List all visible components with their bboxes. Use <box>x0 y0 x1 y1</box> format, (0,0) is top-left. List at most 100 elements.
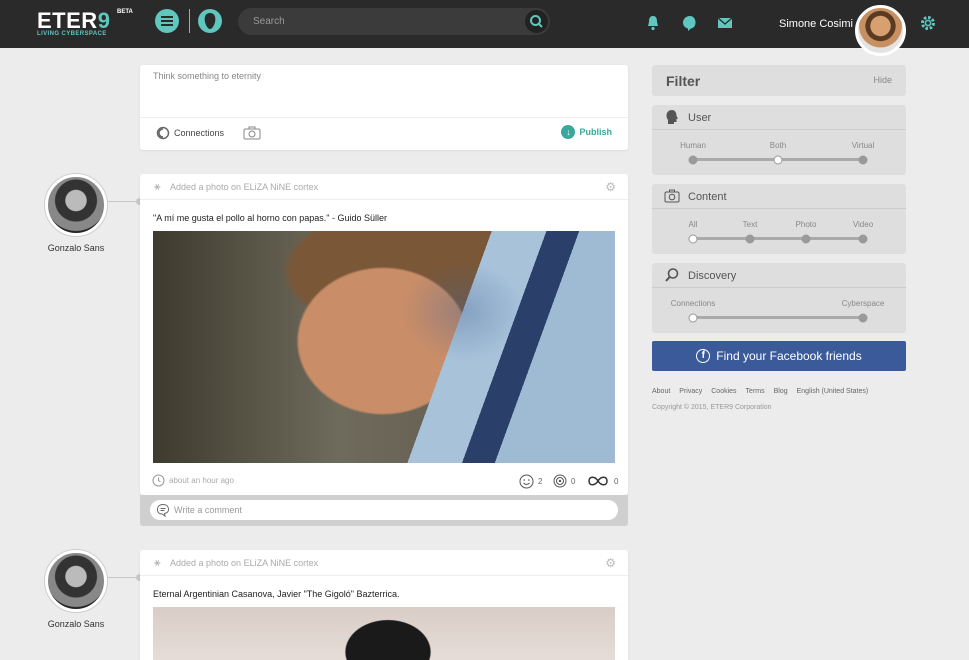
discovery-option-connections[interactable]: Connections <box>671 299 715 308</box>
eternize-count: 0 <box>571 476 576 486</box>
content-option-video[interactable]: Video <box>853 220 873 229</box>
footer-links: About Privacy Cookies Terms Blog English… <box>652 388 868 395</box>
footer-link-cookies[interactable]: Cookies <box>711 388 736 395</box>
discovery-option-cyberspace[interactable]: Cyberspace <box>842 299 885 308</box>
settings-button[interactable] <box>919 14 937 32</box>
user-avatar[interactable] <box>855 5 906 56</box>
clock-icon <box>152 474 165 487</box>
post-photo[interactable] <box>153 231 615 463</box>
post-photo[interactable] <box>153 607 615 660</box>
footer-link-blog[interactable]: Blog <box>774 388 788 395</box>
content-slider-handle[interactable] <box>688 234 698 243</box>
post-caption: "A mí me gusta el pollo al horno con pap… <box>153 213 388 223</box>
comment-input[interactable] <box>174 503 604 517</box>
facebook-icon: f <box>696 349 711 363</box>
content-slider-stop[interactable] <box>858 234 868 243</box>
search-input[interactable] <box>253 14 523 29</box>
discovery-slider-stop[interactable] <box>858 313 868 322</box>
connections-label: Connections <box>174 128 225 138</box>
footer-link-about[interactable]: About <box>652 388 670 395</box>
chat-icon <box>683 16 696 31</box>
user-slider-stop[interactable] <box>688 155 698 164</box>
post-footer: about an hour ago 2 0 0 <box>140 469 628 495</box>
top-bar: ETER9 BETA LIVING CYBERSPACE Simone Cosi… <box>0 0 969 56</box>
header-divider <box>189 9 190 33</box>
profile-button[interactable] <box>198 9 222 33</box>
connections-icon <box>156 126 170 140</box>
composer-input[interactable] <box>153 71 613 113</box>
user-name[interactable]: Simone Cosimi <box>779 18 853 30</box>
smile-button[interactable]: 2 <box>519 474 542 489</box>
user-option-virtual[interactable]: Virtual <box>852 141 875 150</box>
share-button[interactable]: 0 <box>586 474 618 488</box>
head-icon <box>666 110 678 124</box>
user-filter-title: User <box>688 112 712 124</box>
publish-label: Publish <box>579 127 612 137</box>
author-name[interactable]: Gonzalo Sans <box>38 243 114 253</box>
user-slider-stop[interactable] <box>858 155 868 164</box>
discovery-filter: Discovery Connections Cyberspace <box>652 263 906 333</box>
discovery-filter-header: Discovery <box>652 263 906 288</box>
profile-icon <box>204 13 216 29</box>
content-slider-labels: All Text Photo Video <box>652 220 906 232</box>
menu-button[interactable] <box>155 9 179 33</box>
post-options-gear-icon[interactable]: ⚙ <box>605 556 616 570</box>
content-slider-stop[interactable] <box>745 234 755 243</box>
discovery-slider-handle[interactable] <box>688 313 698 322</box>
comment-box <box>140 495 628 526</box>
content-option-text[interactable]: Text <box>743 220 758 229</box>
discovery-slider-track[interactable] <box>693 316 863 319</box>
content-filter-header: Content <box>652 184 906 209</box>
share-count: 0 <box>614 476 619 486</box>
author-avatar[interactable] <box>45 550 107 612</box>
search-button[interactable] <box>525 10 548 33</box>
footer-link-language[interactable]: English (United States) <box>797 388 869 395</box>
activity-icon: ⚹ <box>154 181 161 193</box>
find-facebook-friends-button[interactable]: f Find your Facebook friends <box>652 341 906 371</box>
author-name[interactable]: Gonzalo Sans <box>38 619 114 629</box>
user-filter: User Human Both Virtual <box>652 105 906 175</box>
footer-link-terms[interactable]: Terms <box>746 388 765 395</box>
content-slider-stop[interactable] <box>801 234 811 243</box>
messages-button[interactable] <box>716 14 734 32</box>
bell-icon <box>648 16 658 31</box>
eternize-button[interactable]: 0 <box>553 474 575 488</box>
beta-badge: BETA <box>117 9 133 15</box>
search-bar <box>238 8 550 35</box>
logo-tagline: LIVING CYBERSPACE <box>37 31 107 37</box>
post-header: ⚹ Added a photo on ELiZA NiNE cortex ⚙ <box>140 174 628 200</box>
smile-icon <box>519 474 534 489</box>
post-caption: Eternal Argentinian Casanova, Javier "Th… <box>153 589 400 599</box>
content-slider-track[interactable] <box>693 237 863 240</box>
user-filter-header: User <box>652 105 906 130</box>
content-option-all[interactable]: All <box>689 220 698 229</box>
add-photo-button[interactable] <box>243 126 261 140</box>
connections-button[interactable]: Connections <box>156 125 224 141</box>
activity-icon: ⚹ <box>154 557 161 569</box>
content-option-photo[interactable]: Photo <box>796 220 817 229</box>
infinity-icon <box>588 476 608 486</box>
footer-link-privacy[interactable]: Privacy <box>679 388 702 395</box>
user-option-human[interactable]: Human <box>680 141 706 150</box>
user-slider-handle[interactable] <box>773 155 783 164</box>
post-composer: Connections ↓ Publish <box>140 65 628 150</box>
gear-icon <box>921 16 935 30</box>
chat-button[interactable] <box>680 14 698 32</box>
author-avatar[interactable] <box>45 174 107 236</box>
post-options-gear-icon[interactable]: ⚙ <box>605 180 616 194</box>
user-slider-labels: Human Both Virtual <box>652 141 906 153</box>
user-option-both[interactable]: Both <box>770 141 786 150</box>
content-filter: Content All Text Photo Video <box>652 184 906 254</box>
filter-hide-link[interactable]: Hide <box>873 75 892 85</box>
filter-title: Filter <box>666 73 701 89</box>
notifications-button[interactable] <box>644 14 662 32</box>
camera-icon <box>243 126 261 140</box>
search-icon <box>530 15 543 28</box>
discovery-filter-title: Discovery <box>688 270 737 282</box>
post-card: ⚹ Added a photo on ELiZA NiNE cortex ⚙ "… <box>140 174 628 495</box>
magnifier-icon <box>665 268 679 282</box>
content-filter-title: Content <box>688 191 727 203</box>
publish-button[interactable]: ↓ Publish <box>561 125 612 139</box>
post-activity: Added a photo on ELiZA NiNE cortex <box>170 182 319 192</box>
smile-count: 2 <box>538 477 543 486</box>
